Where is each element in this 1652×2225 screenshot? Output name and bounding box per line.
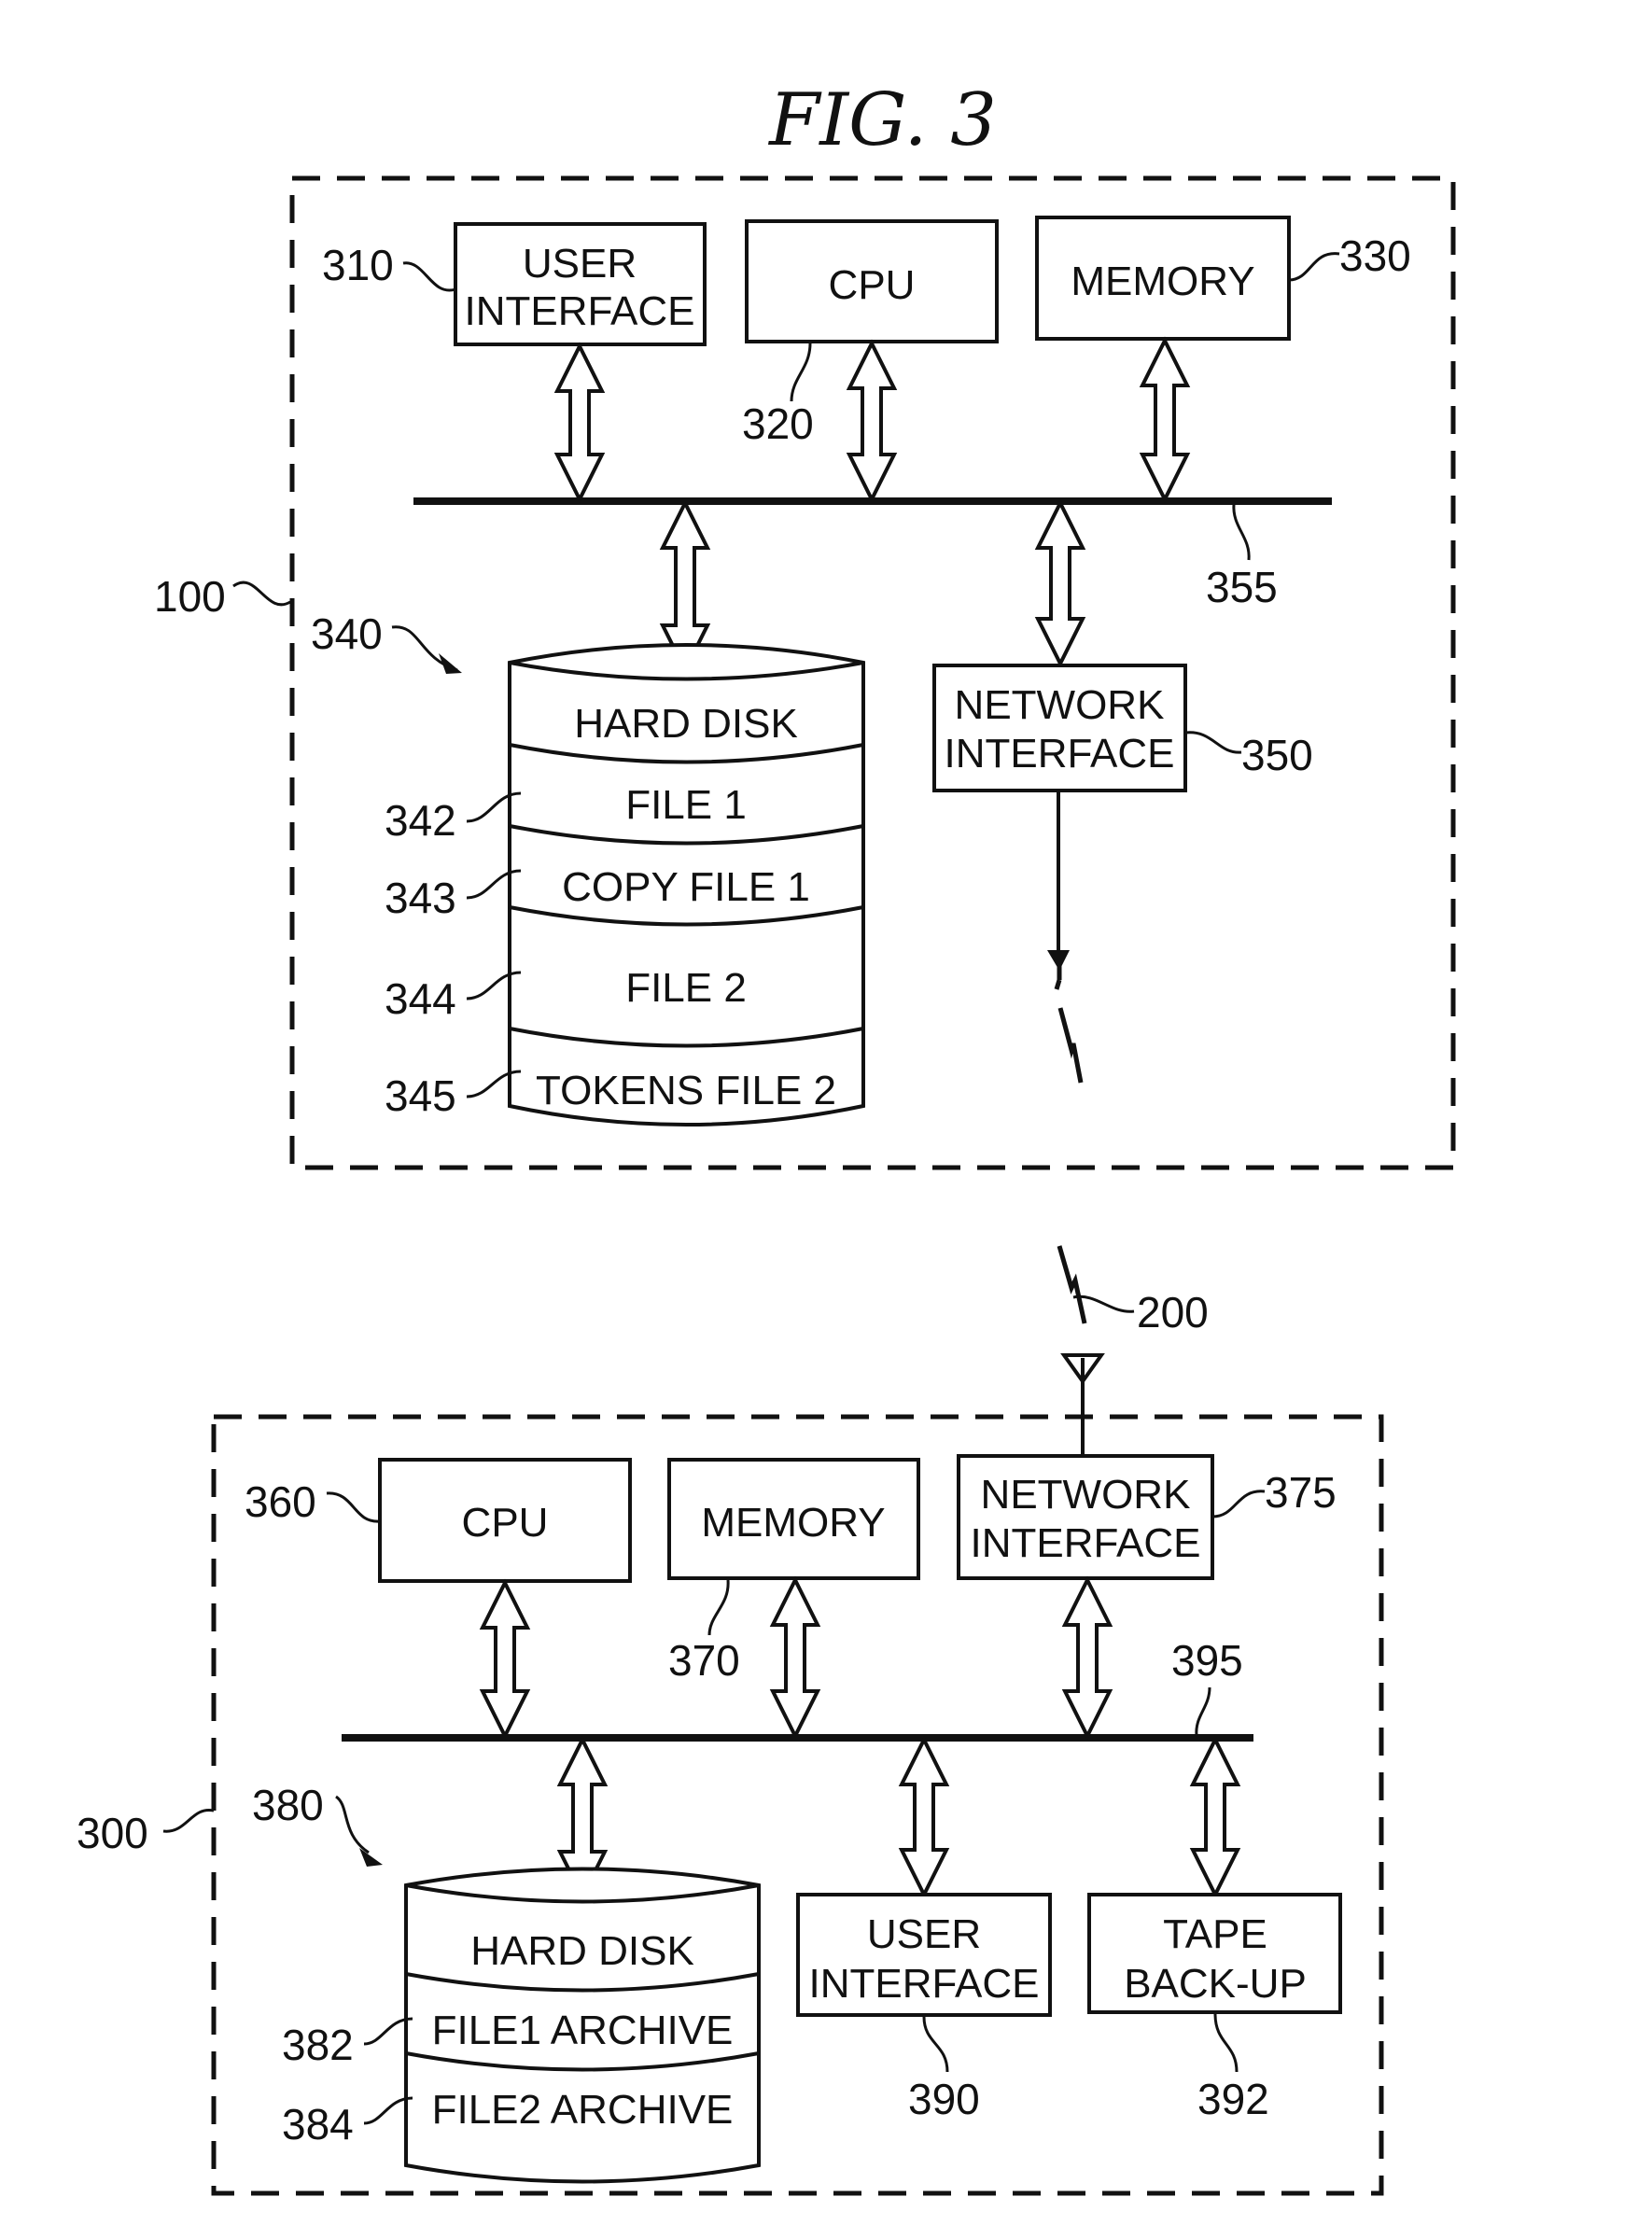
ref-380: 380 — [252, 1781, 324, 1829]
ref-370: 370 — [668, 1636, 740, 1685]
ref-390: 390 — [908, 2075, 980, 2123]
ref-320: 320 — [742, 399, 814, 448]
cpu-320: CPU — [745, 219, 999, 343]
memory-label: MEMORY — [1071, 259, 1254, 304]
ref-343: 343 — [385, 874, 456, 922]
bidirectional-arrow-ui-bus — [553, 342, 606, 504]
ref-395: 395 — [1171, 1636, 1243, 1685]
user-interface-390-label-2: INTERFACE — [809, 1961, 1040, 2007]
leader-392 — [1213, 2013, 1239, 2073]
disk-section-file-1: FILE 1 — [625, 782, 747, 828]
computer-300: 300 CPU 360 MEMORY 370 NETWORK INTERFACE… — [77, 1414, 1384, 2196]
double-arrow-icon — [1189, 1735, 1241, 1899]
user-interface-390: USER INTERFACE — [796, 1893, 1052, 2017]
leader-355 — [1232, 503, 1251, 561]
tape-backup-label-1: TAPE — [1163, 1911, 1267, 1957]
user-interface-label-1: USER — [523, 241, 637, 287]
double-arrow-icon — [898, 1735, 950, 1899]
leader-100 — [232, 581, 291, 607]
network-link-200: 200 200 — [1047, 791, 1209, 1456]
ref-345: 345 — [385, 1071, 456, 1120]
ref-392: 392 — [1197, 2075, 1269, 2123]
ref-350: 350 — [1241, 731, 1313, 779]
cpu-label-360: CPU — [462, 1500, 549, 1546]
ref-310: 310 — [322, 241, 394, 289]
memory-370: MEMORY — [667, 1458, 920, 1580]
leader-350 — [1184, 731, 1242, 754]
leader-300 — [162, 1809, 215, 1833]
leader-320 — [790, 343, 812, 402]
ref-344: 344 — [385, 974, 456, 1023]
user-interface-310: USER INTERFACE — [454, 222, 707, 346]
wireless-link-bolt-lower — [1057, 1245, 1087, 1324]
ref-375: 375 — [1265, 1468, 1337, 1517]
leader-390 — [922, 2016, 949, 2073]
leader-395 — [1195, 1686, 1211, 1737]
disk-section-copy-file-1: COPY FILE 1 — [562, 864, 810, 910]
double-arrow-icon — [1061, 1575, 1113, 1741]
network-interface-375-label-2: INTERFACE — [971, 1520, 1201, 1566]
ref-200-label: 200 — [1137, 1288, 1209, 1336]
bidirectional-arrow-cpu360-bus — [479, 1578, 531, 1741]
hard-disk-380: HARD DISK FILE1 ARCHIVE FILE2 ARCHIVE — [404, 1867, 761, 2184]
disk-section-file2-archive: FILE2 ARCHIVE — [432, 2087, 734, 2133]
ref-330: 330 — [1339, 231, 1411, 280]
double-arrow-icon — [479, 1578, 531, 1741]
double-arrow-icon — [553, 342, 606, 504]
ref-355: 355 — [1206, 563, 1278, 611]
double-arrow-icon — [846, 339, 898, 504]
network-interface-375: NETWORK INTERFACE — [957, 1454, 1214, 1580]
double-arrow-icon — [1139, 336, 1191, 504]
tape-backup-label-2: BACK-UP — [1124, 1961, 1307, 2007]
cpu-360: CPU — [378, 1458, 632, 1583]
user-interface-label-2: INTERFACE — [465, 288, 695, 334]
tape-backup-392: TAPE BACK-UP — [1087, 1893, 1342, 2014]
ref-342: 342 — [385, 796, 456, 845]
leader-370 — [707, 1579, 730, 1636]
network-interface-label-1: NETWORK — [955, 682, 1165, 728]
bidirectional-arrow-bus-network — [1034, 498, 1086, 668]
disk-section-file1-archive: FILE1 ARCHIVE — [432, 2008, 734, 2053]
ref-384: 384 — [282, 2100, 354, 2148]
network-interface-375-label-1: NETWORK — [981, 1472, 1191, 1518]
disk-section-tokens-file-2: TOKENS FILE 2 — [536, 1068, 836, 1113]
computer-100: 100 USER INTERFACE 310 CPU 320 MEMORY 33… — [154, 175, 1456, 1170]
cpu-label: CPU — [829, 262, 916, 308]
bidirectional-arrow-network375-bus — [1061, 1575, 1113, 1741]
network-interface-350: NETWORK INTERFACE — [932, 664, 1187, 792]
double-arrow-icon — [769, 1575, 821, 1741]
leader-380 — [335, 1795, 370, 1854]
leader-375 — [1211, 1490, 1266, 1518]
double-arrow-icon — [1034, 498, 1086, 668]
bidirectional-arrow-cpu-bus — [846, 339, 898, 504]
ref-100: 100 — [154, 572, 226, 621]
leader-330 — [1288, 252, 1340, 282]
bidirectional-arrow-bus-ui390 — [898, 1735, 950, 1899]
bidirectional-arrow-memory370-bus — [769, 1575, 821, 1741]
bidirectional-arrow-bus-tape392 — [1189, 1735, 1241, 1899]
leader-380-arrowhead — [359, 1848, 383, 1867]
disk-section-file-2: FILE 2 — [625, 965, 747, 1011]
fig3-diagram: FIG. 3 100 USER INTERFACE 310 CPU 320 ME… — [77, 78, 1456, 2196]
user-interface-390-label-1: USER — [867, 1911, 981, 1957]
network-interface-label-2: INTERFACE — [945, 731, 1175, 777]
memory-330: MEMORY — [1035, 216, 1291, 341]
ref-340: 340 — [311, 609, 383, 658]
ref-382: 382 — [282, 2021, 354, 2069]
hard-disk-380-header: HARD DISK — [470, 1928, 694, 1974]
memory-label-370: MEMORY — [701, 1500, 885, 1546]
leader-310 — [402, 261, 456, 292]
hard-disk-header: HARD DISK — [574, 701, 798, 747]
ref-300: 300 — [77, 1809, 148, 1857]
ref-360: 360 — [245, 1477, 316, 1526]
figure-title: FIG. 3 — [767, 78, 997, 162]
hard-disk-340: HARD DISK FILE 1 COPY FILE 1 FILE 2 TOKE… — [508, 643, 865, 1126]
bidirectional-arrow-memory-bus — [1139, 336, 1191, 504]
wireless-link-bolt-icon — [1054, 979, 1084, 1084]
leader-360 — [326, 1491, 381, 1523]
